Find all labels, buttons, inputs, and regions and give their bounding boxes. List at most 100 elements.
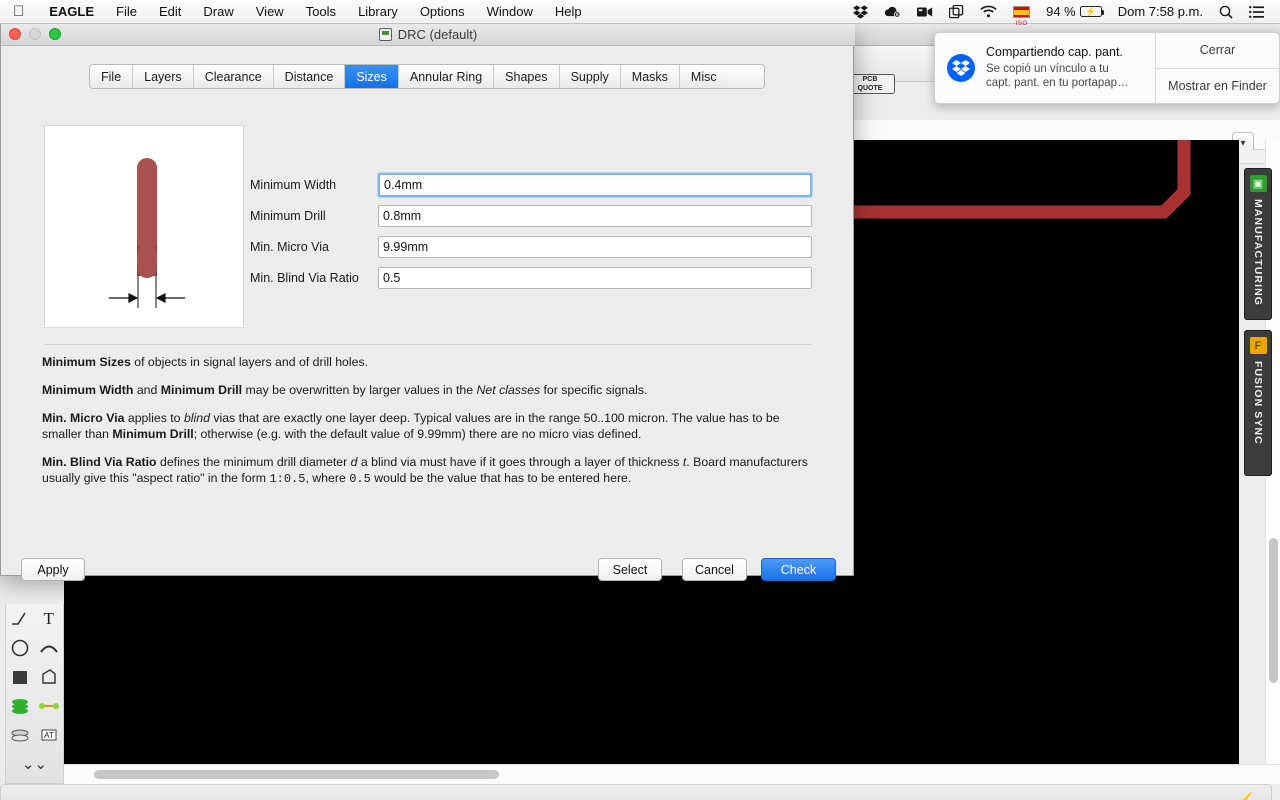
via-stack-icon[interactable] <box>7 693 33 719</box>
help-p3-r1: applies to <box>124 411 184 425</box>
notification-close-button[interactable]: Cerrar <box>1156 33 1279 68</box>
polygon-icon[interactable] <box>36 664 62 690</box>
sizes-form: Minimum Width 0.4mm Minimum Drill 0.8mm … <box>250 169 812 293</box>
help-p2-italic: Net classes <box>476 383 541 397</box>
menu-item-tools[interactable]: Tools <box>295 4 347 19</box>
sizes-help-text: Minimum Sizes of objects in signal layer… <box>42 354 814 499</box>
notification-body-line-1: Se copió un vínculo a tu <box>986 62 1109 75</box>
notification-actions: Cerrar Mostrar en Finder <box>1155 33 1279 103</box>
drc-dialog: DRC (default) File Layers Clearance Dist… <box>0 24 855 581</box>
airwire-icon[interactable] <box>36 693 62 719</box>
field-row-min-micro-via: Min. Micro Via 9.99mm <box>250 231 812 262</box>
minimum-width-input[interactable]: 0.4mm <box>378 172 812 197</box>
sidebar-item-manufacturing[interactable]: ▣ MANUFACTURING <box>1244 168 1272 320</box>
notification-body-line-2: capt. pant. en tu portapap… <box>986 77 1129 90</box>
help-p3-b2: Minimum Drill <box>112 427 194 441</box>
video-camera-icon[interactable] <box>909 6 941 18</box>
tab-clearance[interactable]: Clearance <box>193 65 274 88</box>
select-button[interactable]: Select <box>598 558 662 581</box>
notification-show-in-finder-button[interactable]: Mostrar en Finder <box>1156 67 1279 104</box>
cancel-button[interactable]: Cancel <box>682 558 747 581</box>
drc-dialog-titlebar[interactable]: DRC (default) <box>1 24 855 46</box>
apply-button[interactable]: Apply <box>21 558 85 581</box>
help-p4-r1: defines the minimum drill diameter <box>156 455 351 469</box>
minimize-button[interactable] <box>29 28 41 40</box>
attribute-icon[interactable]: AT <box>36 722 62 748</box>
dropbox-icon[interactable] <box>845 4 876 19</box>
battery-charging-icon: ⚡ <box>1079 6 1104 17</box>
window-traffic-lights <box>9 28 61 40</box>
minimum-drill-input[interactable]: 0.8mm <box>378 204 812 227</box>
tab-annular-ring[interactable]: Annular Ring <box>398 65 495 88</box>
macos-menu-bar:  EAGLE File Edit Draw View Tools Librar… <box>0 0 1280 27</box>
help-p4-r4: , where <box>305 471 350 485</box>
horizontal-scrollbar-thumb[interactable] <box>94 770 499 779</box>
help-p2-rest2: for specific signals. <box>540 383 648 397</box>
battery-status[interactable]: 94 % ⚡ <box>1038 4 1110 19</box>
menu-item-view[interactable]: View <box>245 4 295 19</box>
svg-text:AT: AT <box>44 731 54 740</box>
hole-icon[interactable] <box>7 722 33 748</box>
tab-distance[interactable]: Distance <box>273 65 346 88</box>
tool-palette: T AT ⌄⌄ <box>5 604 64 784</box>
pcb-quote-label-2: QUOTE <box>857 85 883 92</box>
battery-percent-label: 94 % <box>1046 4 1076 19</box>
menu-item-edit[interactable]: Edit <box>148 4 192 19</box>
cloud-offline-icon[interactable] <box>876 5 909 18</box>
spotlight-search-icon[interactable] <box>1211 5 1241 19</box>
notification-content: Compartiendo cap. pant. Se copió un vínc… <box>935 33 1155 103</box>
check-button[interactable]: Check <box>761 558 836 581</box>
help-p4-i1: d <box>350 455 358 469</box>
help-p3-b1: Min. Micro Via <box>42 411 125 425</box>
menu-item-window[interactable]: Window <box>476 4 544 19</box>
menu-item-library[interactable]: Library <box>347 4 409 19</box>
help-p4-r5: would be the value that has to be entere… <box>370 471 632 485</box>
min-blind-via-ratio-label: Min. Blind Via Ratio <box>250 270 359 285</box>
arc-icon[interactable] <box>36 635 62 661</box>
sidebar-item-fusion-sync-label: FUSION SYNC <box>1252 361 1264 445</box>
menu-item-file[interactable]: File <box>105 4 148 19</box>
notification-center-icon[interactable] <box>1241 5 1272 18</box>
help-p1-rest: of objects in signal layers and of drill… <box>130 355 369 369</box>
min-micro-via-input[interactable]: 9.99mm <box>378 235 812 258</box>
screen-share-icon[interactable] <box>941 4 972 19</box>
tab-misc[interactable]: Misc <box>679 65 728 88</box>
wifi-icon[interactable] <box>972 5 1005 18</box>
close-button[interactable] <box>9 28 21 40</box>
menu-item-draw[interactable]: Draw <box>192 4 244 19</box>
tab-masks[interactable]: Masks <box>620 65 680 88</box>
help-p3-r3: ; otherwise (e.g. with the default value… <box>193 427 642 441</box>
minimum-drill-label: Minimum Drill <box>250 208 326 223</box>
rectangle-icon[interactable] <box>7 664 33 690</box>
menu-item-options[interactable]: Options <box>409 4 476 19</box>
text-icon[interactable]: T <box>36 606 62 632</box>
tab-layers[interactable]: Layers <box>133 65 194 88</box>
help-p4-code2: 0.5 <box>349 472 371 486</box>
field-row-minimum-width: Minimum Width 0.4mm <box>250 169 812 200</box>
field-row-min-blind-via-ratio: Min. Blind Via Ratio 0.5 <box>250 262 812 293</box>
tab-supply[interactable]: Supply <box>559 65 621 88</box>
tab-shapes[interactable]: Shapes <box>494 65 560 88</box>
drc-tab-strip: File Layers Clearance Distance Sizes Ann… <box>89 64 765 89</box>
tab-file[interactable]: File <box>90 65 134 88</box>
zoom-button[interactable] <box>49 28 61 40</box>
menu-bar-clock[interactable]: Dom 7:58 p.m. <box>1110 4 1211 19</box>
menu-item-eagle[interactable]: EAGLE <box>38 4 105 19</box>
dropbox-notification[interactable]: Compartiendo cap. pant. Se copió un vínc… <box>934 32 1280 104</box>
vertical-scrollbar-thumb[interactable] <box>1269 538 1278 683</box>
min-blind-via-ratio-input[interactable]: 0.5 <box>378 266 812 289</box>
apple-icon[interactable]:  <box>0 4 38 19</box>
circle-icon[interactable] <box>7 635 33 661</box>
dropbox-icon <box>947 54 975 82</box>
help-paragraph-1: Minimum Sizes of objects in signal layer… <box>42 354 814 370</box>
menu-item-help[interactable]: Help <box>544 4 593 19</box>
tab-sizes[interactable]: Sizes <box>345 65 399 88</box>
canvas-horizontal-scrollbar[interactable] <box>64 764 1280 784</box>
sidebar-item-fusion-sync[interactable]: F FUSION SYNC <box>1244 330 1272 476</box>
wire-icon[interactable] <box>7 606 33 632</box>
more-tools-chevron-icon[interactable]: ⌄⌄ <box>22 755 47 773</box>
help-paragraph-4: Min. Blind Via Ratio defines the minimum… <box>42 454 814 487</box>
spanish-iso-keyboard-icon[interactable] <box>1005 5 1038 27</box>
help-paragraph-2: Minimum Width and Minimum Drill may be o… <box>42 382 814 398</box>
notification-title: Compartiendo cap. pant. <box>986 45 1123 60</box>
